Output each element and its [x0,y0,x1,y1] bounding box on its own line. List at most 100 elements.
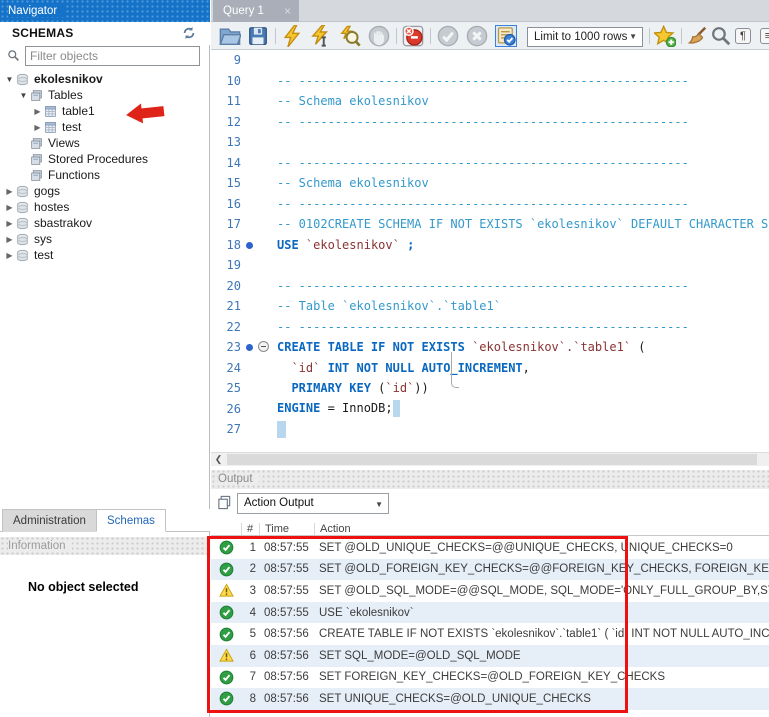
scrollbar-thumb[interactable] [227,454,757,465]
expander-right-icon[interactable]: ▶ [32,107,43,116]
output-type-dropdown[interactable]: Action Output ▼ [237,493,389,514]
sidebar-item-tables[interactable]: ▼ Tables [0,87,210,103]
tab-administration[interactable]: Administration [2,509,97,532]
line-number: 18 [211,238,241,252]
editor-line-17[interactable]: 17-- 0102CREATE SCHEMA IF NOT EXISTS `ek… [211,214,769,235]
tree-item-label: Stored Procedures [48,152,148,166]
find-button[interactable] [710,25,732,47]
sidebar-item-table1[interactable]: ▶table1 [0,103,210,119]
explain-button[interactable] [339,25,361,47]
sidebar-item-views[interactable]: Views [0,135,210,151]
editor-line-16[interactable]: 16-- -----------------------------------… [211,194,769,215]
sidebar-item-stored-procedures[interactable]: Stored Procedures [0,151,210,167]
stop-button[interactable] [368,25,390,47]
schema-icon [15,249,30,262]
output-row-8[interactable]: 808:57:56SET UNIQUE_CHECKS=@OLD_UNIQUE_C… [211,688,769,710]
row-index: 8 [241,693,259,705]
output-row-5[interactable]: 508:57:56CREATE TABLE IF NOT EXISTS `eko… [211,623,769,645]
table-icon [43,105,58,118]
editor-line-18[interactable]: 18USE `ekolesnikov` ; [211,235,769,256]
editor-line-25[interactable]: 25 PRIMARY KEY (`id`)) [211,378,769,399]
output-row-1[interactable]: 108:57:55SET @OLD_UNIQUE_CHECKS=@@UNIQUE… [211,537,769,559]
sidebar-tab-bar: Administration Schemas [0,509,210,532]
editor-line-15[interactable]: 15-- Schema ekolesnikov [211,173,769,194]
editor-line-11[interactable]: 11-- Schema ekolesnikov [211,91,769,112]
editor-line-26[interactable]: 26ENGINE = InnoDB; [211,399,769,420]
editor-line-9[interactable]: 9 [211,50,769,71]
navigator-titlebar: Navigator [0,0,210,22]
execute-current-button[interactable] [310,25,332,47]
tree-item-label: Tables [48,88,83,102]
expander-right-icon[interactable]: ▶ [4,203,15,212]
commit-button[interactable] [437,25,459,47]
editor-line-20[interactable]: 20-- -----------------------------------… [211,276,769,297]
filter-input[interactable] [25,46,200,66]
schema-icon [15,233,30,246]
expander-down-icon[interactable]: ▼ [18,91,29,100]
tree-item-label: test [34,248,53,262]
editor-line-24[interactable]: 24 `id` INT NOT NULL AUTO_INCREMENT, [211,358,769,379]
open-file-button[interactable] [219,25,241,47]
editor-line-13[interactable]: 13 [211,132,769,153]
editor-line-23[interactable]: 23CREATE TABLE IF NOT EXISTS `ekolesniko… [211,337,769,358]
output-row-3[interactable]: 308:57:55SET @OLD_SQL_MODE=@@SQL_MODE, S… [211,580,769,602]
sidebar-item-ekolesnikov[interactable]: ▼ekolesnikov [0,71,210,87]
tab-query-1[interactable]: Query 1 × [213,0,299,22]
output-row-7[interactable]: 708:57:56SET FOREIGN_KEY_CHECKS=@OLD_FOR… [211,667,769,689]
folder-icon [29,137,44,150]
sidebar-item-hostes[interactable]: ▶hostes [0,199,210,215]
output-row-2[interactable]: 208:57:55SET @OLD_FOREIGN_KEY_CHECKS=@@F… [211,559,769,581]
no-object-selected-text: No object selected [28,580,138,594]
limit-rows-dropdown[interactable]: Limit to 1000 rows ▼ [527,27,643,47]
expander-down-icon[interactable]: ▼ [4,75,15,84]
output-row-6[interactable]: 608:57:56SET SQL_MODE=@OLD_SQL_MODE [211,645,769,667]
line-number: 11 [211,94,241,108]
line-number: 21 [211,299,241,313]
sidebar-item-sbastrakov[interactable]: ▶sbastrakov [0,215,210,231]
beautify-button[interactable] [686,25,708,47]
expander-right-icon[interactable]: ▶ [4,235,15,244]
show-invisibles-toggle[interactable]: ¶ [732,25,754,47]
expander-right-icon[interactable]: ▶ [4,251,15,260]
editor-horizontal-scrollbar[interactable]: ❮ [211,452,769,466]
editor-line-22[interactable]: 22-- -----------------------------------… [211,317,769,338]
editor-line-14[interactable]: 14-- -----------------------------------… [211,153,769,174]
row-index: 5 [241,628,259,640]
save-snippet-button[interactable] [654,25,676,47]
save-button[interactable] [247,25,269,47]
query-editor-area: Query 1 × Limit to 1000 rows ▼ [211,0,769,717]
rollback-button[interactable] [466,25,488,47]
close-icon[interactable]: × [284,0,291,22]
editor-line-21[interactable]: 21-- Table `ekolesnikov`.`table1` [211,296,769,317]
row-index: 1 [241,542,259,554]
row-index: 3 [241,585,259,597]
schemas-header-row: SCHEMAS [0,22,210,45]
editor-line-10[interactable]: 10-- -----------------------------------… [211,71,769,92]
editor-line-19[interactable]: 19 [211,255,769,276]
expander-right-icon[interactable]: ▶ [32,123,43,132]
tab-schemas[interactable]: Schemas [96,509,166,532]
sidebar-item-functions[interactable]: Functions [0,167,210,183]
expander-right-icon[interactable]: ▶ [4,219,15,228]
sidebar-item-sys[interactable]: ▶sys [0,231,210,247]
success-icon [219,627,234,642]
sidebar-item-test[interactable]: ▶ test [0,247,210,263]
wrap-text-toggle[interactable]: ≡ [757,25,769,47]
code-text: -- -------------------------------------… [277,74,689,88]
expander-right-icon[interactable]: ▶ [4,187,15,196]
sidebar-item-test[interactable]: ▶ test [0,119,210,135]
scroll-left-icon[interactable]: ❮ [211,453,226,466]
sidebar-item-gogs[interactable]: ▶ gogs [0,183,210,199]
tree-item-label: gogs [34,184,60,198]
editor-line-12[interactable]: 12-- -----------------------------------… [211,112,769,133]
editor-line-27[interactable]: 27 [211,419,769,440]
execute-button[interactable] [281,25,303,47]
fold-guide-line [451,352,459,388]
stop-on-error-toggle[interactable] [402,25,424,47]
output-row-4[interactable]: 408:57:55USE `ekolesnikov` [211,602,769,624]
autocommit-toggle[interactable] [495,25,517,47]
tree-item-label: test [62,120,81,134]
refresh-icon[interactable] [182,26,196,40]
sql-editor[interactable]: 910-- ----------------------------------… [211,50,769,452]
code-fold-icon[interactable] [258,341,269,352]
